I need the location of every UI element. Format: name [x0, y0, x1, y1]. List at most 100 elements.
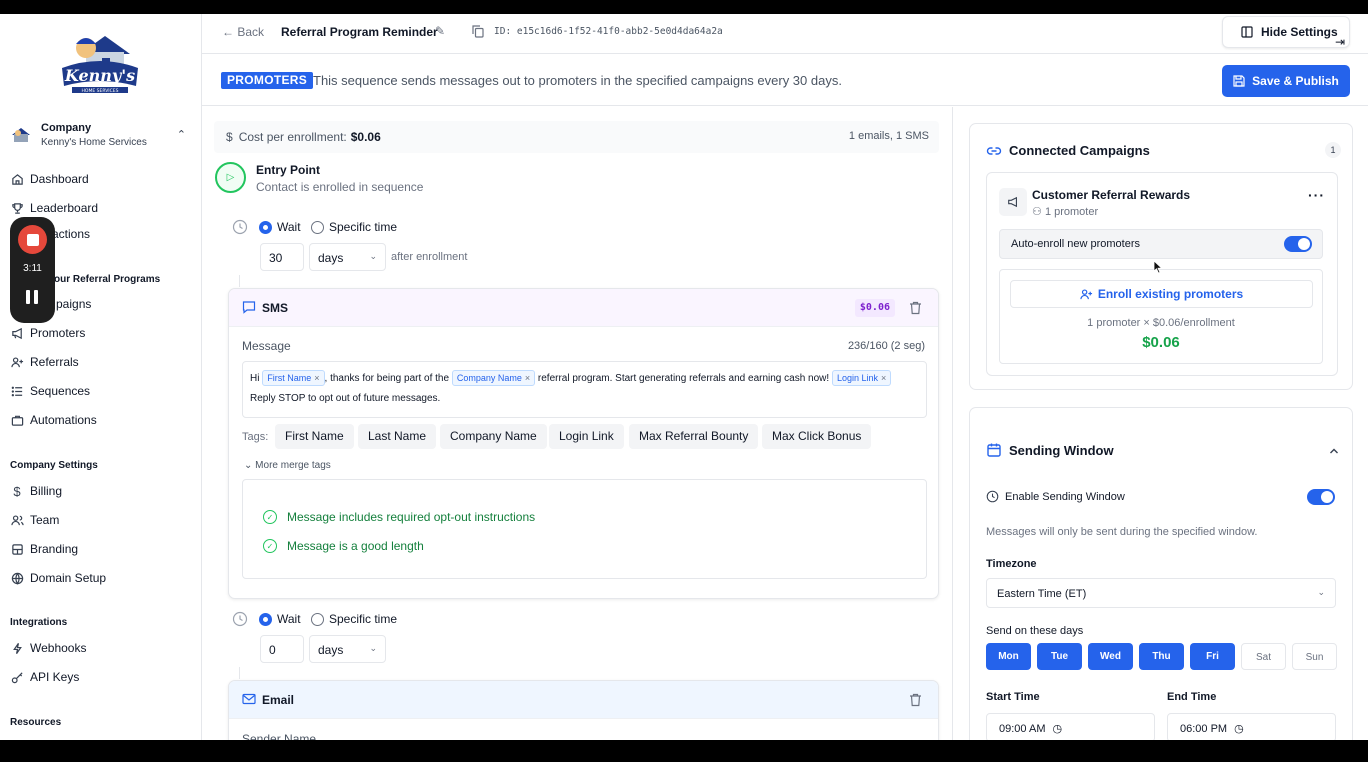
nav-label: Sequences [30, 384, 91, 398]
enroll-existing-button[interactable]: Enroll existing promoters [1010, 280, 1313, 308]
users-icon [10, 513, 24, 527]
section-resources: Resources [10, 717, 62, 728]
nav-promoters[interactable]: Promoters [10, 323, 85, 343]
day-toggle-thu[interactable]: Thu [1139, 643, 1184, 670]
sender-name-label: Sender Name [242, 732, 317, 740]
wait-amount-input[interactable]: 30 [260, 243, 304, 271]
chip-remove-icon[interactable]: × [525, 373, 530, 383]
back-link[interactable]: ← Back [222, 25, 264, 39]
company-label: Company [41, 122, 92, 134]
end-time-input[interactable]: 06:00 PM ◷ [1167, 713, 1336, 740]
nav-referrals[interactable]: Referrals [10, 352, 79, 372]
merge-tag-chip[interactable]: Login Link × [831, 370, 892, 387]
nav-dashboard[interactable]: Dashboard [10, 169, 89, 189]
campaign-promoter-count: ⚇ 1 promoter [1032, 205, 1098, 218]
day-toggle-mon[interactable]: Mon [986, 643, 1031, 670]
more-options-icon[interactable]: ··· [1308, 187, 1325, 203]
sms-step-card: SMS $0.06 Message 236/160 (2 seg) Hi Fir… [228, 288, 939, 599]
nav-domain-setup[interactable]: Domain Setup [10, 568, 106, 588]
timezone-select[interactable]: Eastern Time (ET) ⌄ [986, 578, 1336, 608]
campaign-name: Customer Referral Rewards [1032, 188, 1191, 202]
enroll-cost-total: $0.06 [1142, 334, 1180, 351]
day-toggle-sat[interactable]: Sat [1241, 643, 1286, 670]
wait-radio[interactable]: Wait [259, 220, 301, 234]
merge-tag-chip[interactable]: First Name × [262, 370, 325, 387]
nav-sequences[interactable]: Sequences [10, 381, 90, 401]
chevron-up-icon[interactable] [1328, 445, 1340, 457]
wait-unit-select[interactable]: days ⌄ [309, 243, 386, 271]
svg-text:HOME SERVICES: HOME SERVICES [82, 88, 119, 94]
edit-pencil-icon[interactable]: ✎ [435, 24, 445, 38]
promoter-count-text: 1 promoter [1044, 206, 1099, 218]
timezone-label: Timezone [986, 558, 1037, 570]
save-publish-button[interactable]: Save & Publish [1222, 65, 1350, 97]
nav-label: Leaderboard [30, 201, 99, 215]
users-icon: ⚇ [1032, 206, 1042, 218]
home-icon [10, 172, 24, 186]
day-toggle-wed[interactable]: Wed [1088, 643, 1133, 670]
svg-text:Kenny's: Kenny's [64, 66, 135, 85]
connector-line [239, 667, 240, 679]
nav-label: Branding [30, 542, 79, 556]
start-time-input[interactable]: 09:00 AM ◷ [986, 713, 1155, 740]
tag-button[interactable]: Login Link [549, 424, 624, 449]
back-label: Back [237, 25, 265, 39]
day-toggle-tue[interactable]: Tue [1037, 643, 1082, 670]
copy-icon[interactable] [472, 25, 484, 38]
message-text: Reply STOP to opt out of future messages… [250, 393, 441, 404]
more-tags-label: More merge tags [255, 460, 331, 471]
chevron-down-icon: ⌄ [244, 460, 253, 471]
chip-remove-icon[interactable]: × [314, 373, 319, 383]
sending-window-toggle[interactable] [1307, 489, 1335, 505]
tag-button[interactable]: Last Name [358, 424, 437, 449]
nav-label: Automations [30, 413, 97, 427]
nav-api-keys[interactable]: API Keys [10, 667, 79, 687]
start-time-value: 09:00 AM [999, 723, 1046, 735]
wait-radio[interactable]: Wait [259, 612, 301, 626]
check-text: Message includes required opt-out instru… [287, 510, 536, 524]
wait-amount-input[interactable]: 0 [260, 635, 304, 663]
tag-button[interactable]: First Name [275, 424, 354, 449]
auto-enroll-toggle[interactable] [1284, 236, 1312, 252]
chip-remove-icon[interactable]: × [881, 373, 886, 383]
trophy-icon [10, 201, 24, 215]
day-toggle-sun[interactable]: Sun [1292, 643, 1337, 670]
tag-button[interactable]: Max Referral Bounty [629, 424, 759, 449]
entry-point-subtitle: Contact is enrolled in sequence [256, 180, 424, 194]
check-item: ✓ Message includes required opt-out instr… [263, 510, 535, 524]
record-stop-button[interactable] [18, 225, 47, 254]
clock-icon [232, 219, 248, 235]
merge-tag-chip[interactable]: Company Name × [451, 370, 536, 387]
wait-unit-select[interactable]: days ⌄ [309, 635, 386, 663]
arrow-left-icon: ← [222, 25, 234, 39]
hide-settings-button[interactable]: Hide Settings [1222, 16, 1350, 48]
app-screen: Kenny's HOME SERVICES Company Kenny's Ho… [0, 14, 1368, 740]
specific-time-radio[interactable]: Specific time [311, 220, 397, 234]
specific-time-radio[interactable]: Specific time [311, 612, 397, 626]
tag-button[interactable]: Company Name [440, 424, 547, 449]
briefcase-icon [10, 413, 24, 427]
pause-icon[interactable] [26, 290, 39, 304]
tag-button[interactable]: Max Click Bonus [762, 424, 872, 449]
wait-label: Wait [277, 612, 301, 626]
nav-webhooks[interactable]: Webhooks [10, 638, 86, 658]
nav-leaderboard[interactable]: Leaderboard [10, 198, 98, 218]
nav-automations[interactable]: Automations [10, 410, 97, 430]
day-toggle-fri[interactable]: Fri [1190, 643, 1235, 670]
trash-icon[interactable] [909, 301, 922, 315]
trash-icon[interactable] [909, 693, 922, 707]
company-switcher[interactable]: Company Kenny's Home Services ⌃ [10, 120, 192, 150]
nav-billing[interactable]: $ Billing [10, 481, 62, 501]
end-time-label: End Time [1167, 691, 1217, 703]
audience-badge: PROMOTERS [221, 72, 314, 89]
logout-icon[interactable]: ⇥ [1335, 35, 1345, 49]
message-label: Message [242, 339, 291, 353]
sms-message-editor[interactable]: Hi First Name ×, thanks for being part of… [242, 361, 927, 418]
more-merge-tags-toggle[interactable]: ⌄ More merge tags [244, 460, 331, 471]
enroll-existing-box: Enroll existing promoters 1 promoter × $… [999, 269, 1323, 364]
send-days-label: Send on these days [986, 625, 1084, 637]
mouse-cursor-icon [1153, 260, 1163, 274]
message-text: , thanks for being part of the [324, 373, 450, 384]
nav-team[interactable]: Team [10, 510, 59, 530]
nav-branding[interactable]: Branding [10, 539, 78, 559]
